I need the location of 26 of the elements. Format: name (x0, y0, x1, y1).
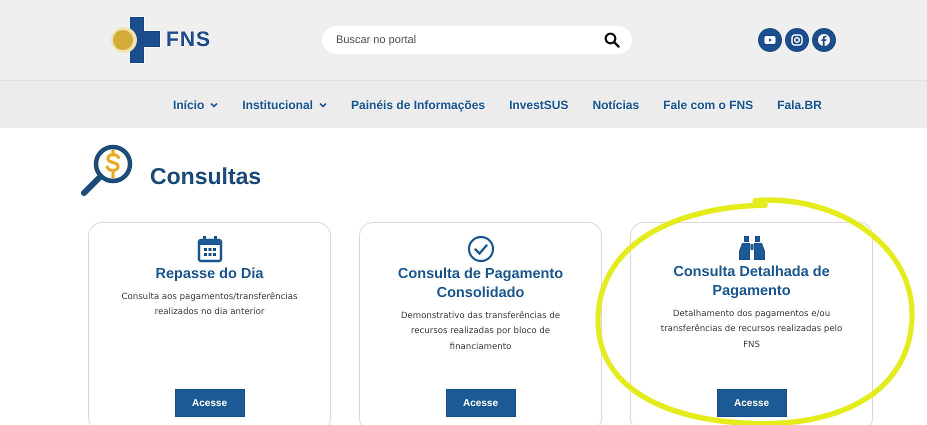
card-title: Repasse do Dia (156, 265, 264, 284)
card-description: Consulta aos pagamentos/transferências realizados no dia anterior (120, 290, 298, 320)
instagram-icon[interactable] (785, 28, 809, 52)
search-icon[interactable] (604, 32, 620, 48)
binoculars-icon (738, 235, 766, 261)
nav-link[interactable]: Institucional (242, 98, 328, 112)
logo-text: FNS (166, 28, 211, 52)
nav-link[interactable]: Fala.BR (777, 98, 822, 112)
card-title: Consulta Detalhada de Pagamento (672, 263, 831, 301)
check-circle-icon (466, 235, 494, 263)
access-button[interactable]: Acesse (174, 389, 244, 417)
search-field[interactable]: Buscar no portal (322, 26, 632, 54)
access-button[interactable]: Acesse (716, 389, 786, 417)
nav-link[interactable]: Painéis de Informações (351, 98, 486, 112)
access-button[interactable]: Acesse (446, 389, 516, 417)
card-title: Consulta de Pagamento Consolidado (396, 265, 564, 303)
youtube-icon[interactable] (758, 28, 782, 52)
facebook-icon[interactable] (812, 28, 836, 52)
nav-link[interactable]: Início (173, 98, 218, 112)
calendar-icon (196, 235, 222, 263)
nav-link[interactable]: Fale com o FNS (663, 98, 754, 112)
nav-link[interactable]: Notícias (592, 98, 640, 112)
card-description: Demonstrativo das transferências de recursos realizadas por bloco de financiamento (400, 310, 562, 354)
page-title: Consultas (150, 162, 262, 190)
nav-link[interactable]: InvestSUS (509, 98, 568, 112)
card-description: Detalhamento dos pagamentos e/ou transferências de recursos realizadas pelo FNS (660, 308, 844, 352)
